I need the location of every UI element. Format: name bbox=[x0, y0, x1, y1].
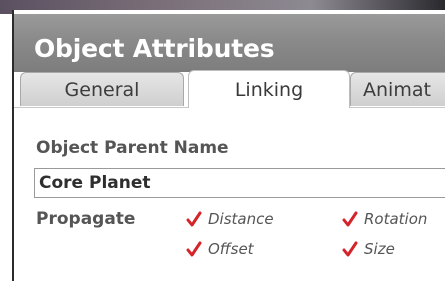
tab-animation-label: Animat bbox=[363, 78, 431, 101]
propagate-size-checkbox[interactable]: Size bbox=[342, 240, 395, 258]
propagate-size-label: Size bbox=[364, 240, 395, 258]
tab-linking-label: Linking bbox=[234, 78, 304, 101]
propagate-offset-checkbox[interactable]: Offset bbox=[186, 240, 254, 258]
tab-linking[interactable]: Linking bbox=[188, 70, 350, 108]
tab-animation[interactable]: Animat bbox=[350, 72, 445, 106]
propagate-rotation-checkbox[interactable]: Rotation bbox=[342, 210, 427, 228]
checkmark-icon bbox=[342, 241, 358, 257]
object-parent-name-label: Object Parent Name bbox=[36, 138, 229, 158]
screen: Object Attributes General Linking Animat… bbox=[0, 0, 445, 281]
checkmark-icon bbox=[186, 241, 202, 257]
propagate-distance-checkbox[interactable]: Distance bbox=[186, 210, 274, 228]
tab-general[interactable]: General bbox=[20, 72, 184, 106]
propagate-label: Propagate bbox=[36, 209, 136, 229]
propagate-rotation-label: Rotation bbox=[364, 210, 428, 228]
checkmark-icon bbox=[342, 211, 358, 227]
checkmark-icon bbox=[186, 211, 202, 227]
title-bar[interactable]: Object Attributes bbox=[14, 14, 445, 72]
window-title: Object Attributes bbox=[34, 34, 275, 63]
propagate-offset-label: Offset bbox=[208, 240, 254, 258]
propagate-distance-label: Distance bbox=[208, 210, 274, 228]
object-parent-name-field[interactable]: Core Planet bbox=[34, 168, 445, 198]
tab-general-label: General bbox=[64, 78, 140, 101]
